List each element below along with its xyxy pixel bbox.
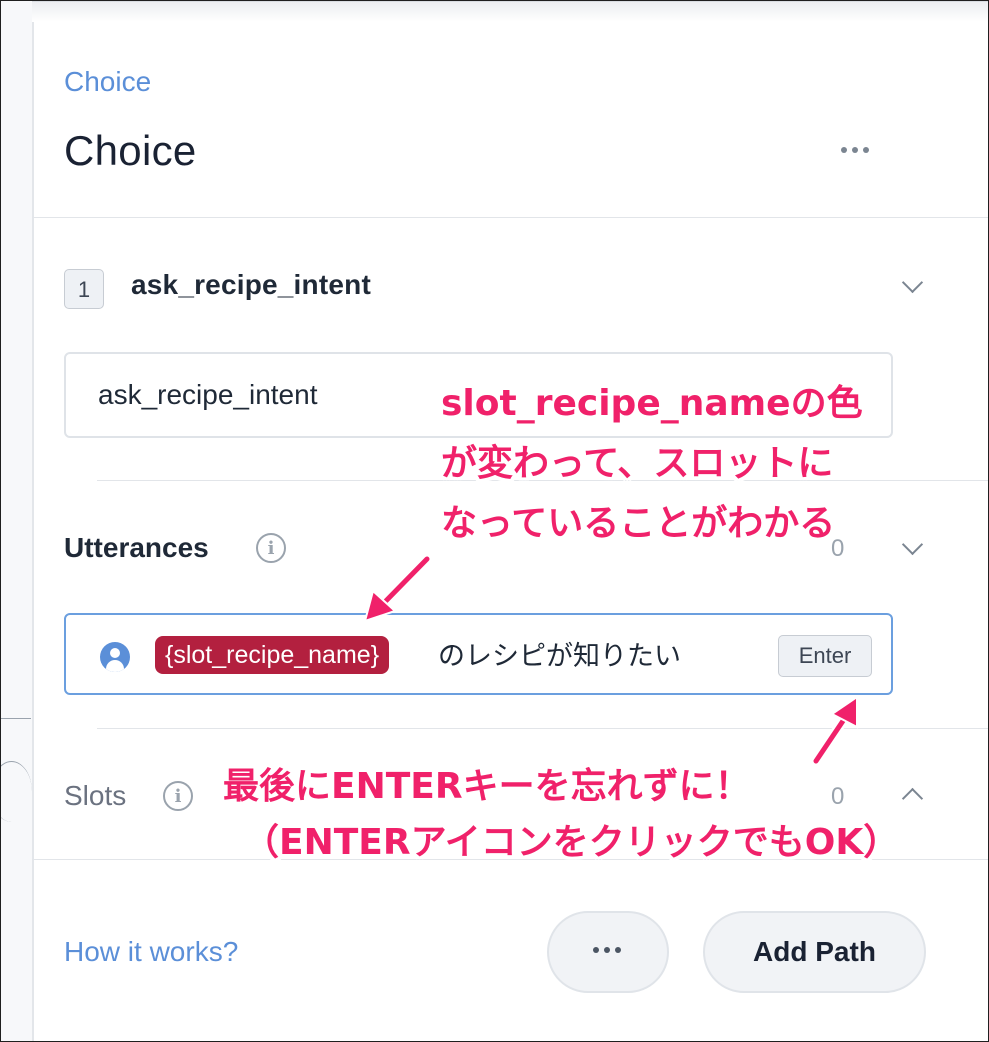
connector-line <box>1 718 31 719</box>
chevron-down-icon[interactable] <box>901 271 924 294</box>
more-actions-button[interactable] <box>547 911 669 993</box>
enter-button[interactable]: Enter <box>778 635 872 677</box>
screenshot-frame: Choice Choice 1 ask_recipe_intent ask_re… <box>0 0 989 1042</box>
arrowhead <box>830 695 858 729</box>
path-index-badge: 1 <box>64 269 104 309</box>
slot-tag[interactable]: {slot_recipe_name} <box>155 636 390 674</box>
annotation-enter-reminder: 最後にENTERキーを忘れずに！ （ENTERアイコンをクリックでもOK） <box>223 766 900 863</box>
chevron-down-icon[interactable] <box>901 533 924 556</box>
chevron-up-icon[interactable] <box>901 787 924 810</box>
divider <box>97 728 988 729</box>
page-title: Choice <box>64 127 197 174</box>
slots-label: Slots <box>64 780 127 811</box>
utterance-input[interactable]: {slot_recipe_name} のレシピが知りたい Enter <box>64 613 893 695</box>
more-horizontal-icon <box>593 947 621 953</box>
info-icon[interactable]: i <box>256 533 286 563</box>
add-path-button[interactable]: Add Path <box>703 911 926 993</box>
canvas-edge <box>1 1 34 1041</box>
panel-top-edge <box>32 1 988 22</box>
arrow-to-enter-button <box>813 703 856 764</box>
utterances-label: Utterances <box>64 532 209 563</box>
info-icon[interactable]: i <box>163 781 193 811</box>
utterance-text: のレシピが知りたい <box>438 641 681 671</box>
path-intent-name: ask_recipe_intent <box>131 269 371 300</box>
how-it-works-link[interactable]: How it works? <box>64 936 238 968</box>
annotation-slot-color: slot_recipe_nameの色 が変わって、スロットに なっていることがわ… <box>441 383 863 544</box>
arrow-to-slot-tag <box>376 556 430 611</box>
connector-curve <box>1 761 32 822</box>
divider <box>32 217 988 218</box>
breadcrumb[interactable]: Choice <box>64 66 151 98</box>
user-icon <box>100 642 130 672</box>
more-options-icon[interactable] <box>841 141 877 159</box>
